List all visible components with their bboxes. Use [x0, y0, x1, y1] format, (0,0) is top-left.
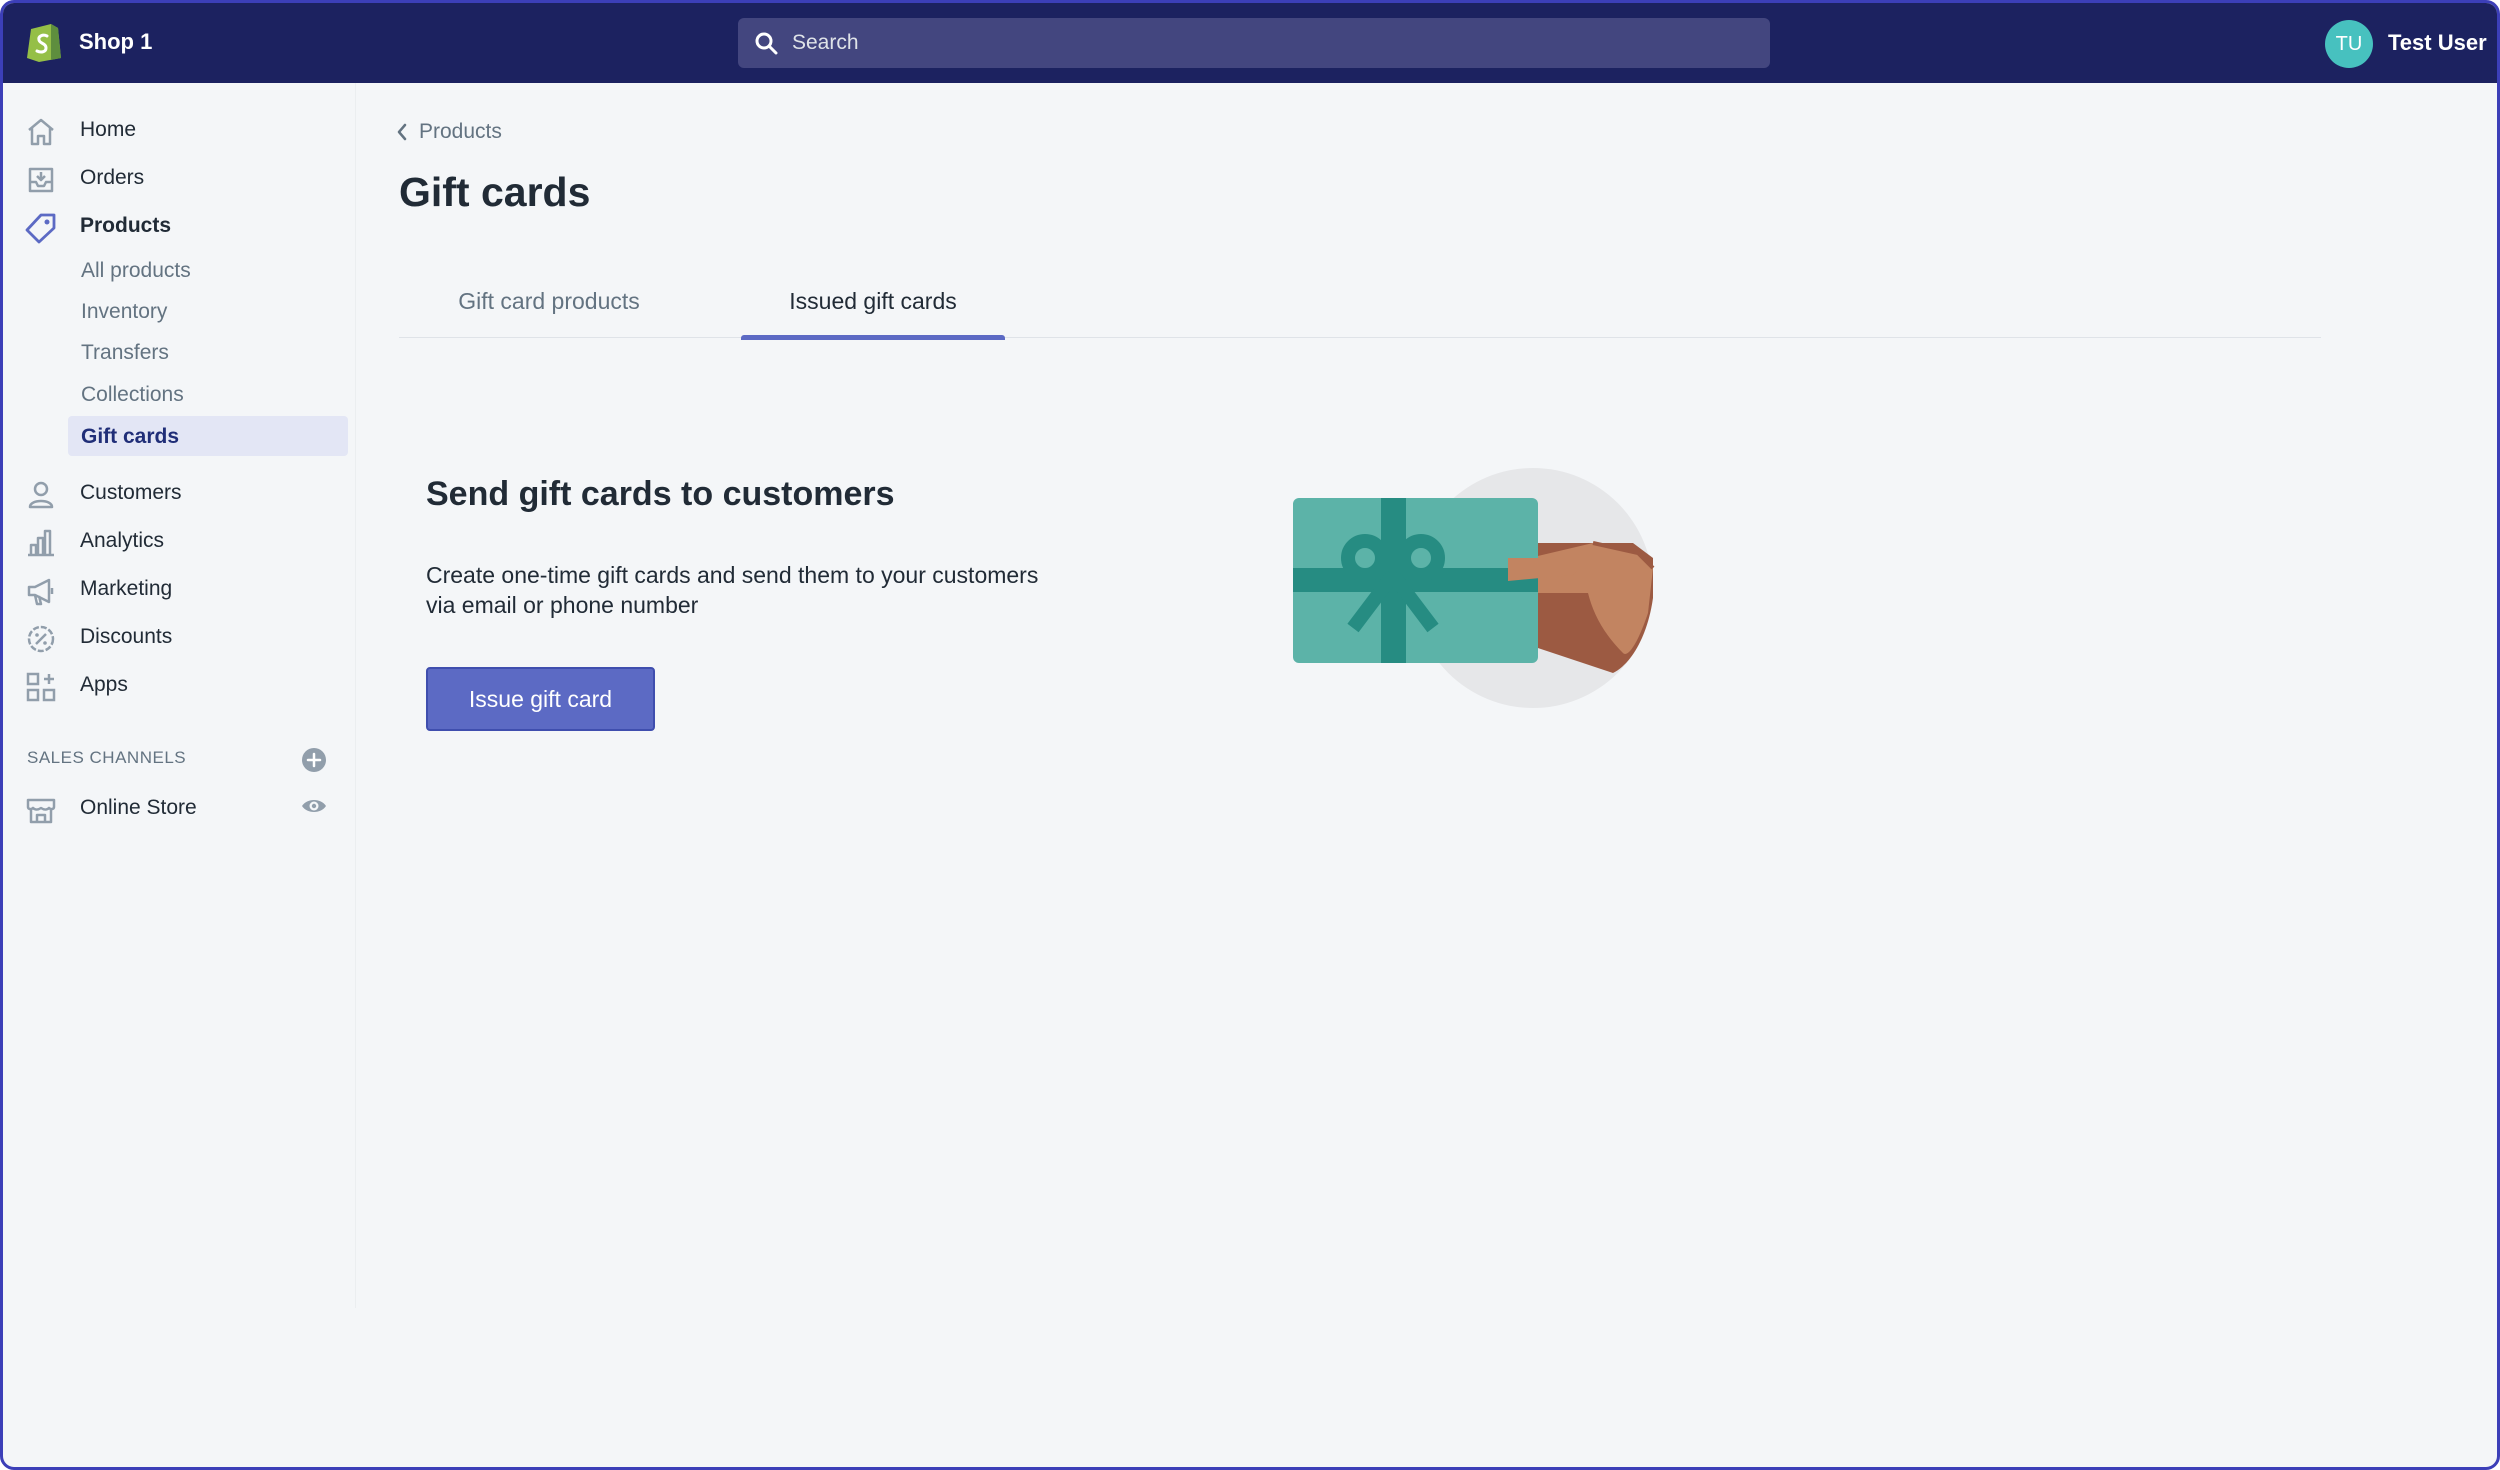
- sidebar-item-label: Products: [80, 214, 172, 237]
- sidebar-item-label: Home: [80, 118, 137, 141]
- sidebar-item-label: Analytics: [80, 529, 165, 552]
- sidebar: Home Orders Products All products Invent…: [3, 83, 356, 1308]
- tab-gift-card-products[interactable]: Gift card products: [399, 265, 699, 338]
- shop-name[interactable]: Shop 1: [79, 29, 152, 55]
- sidebar-item-products[interactable]: Products: [3, 204, 356, 248]
- sales-channels-heading: SALES CHANNELS: [27, 748, 187, 767]
- sidebar-subitem-label: Transfers: [81, 341, 169, 364]
- discount-icon: [27, 625, 55, 653]
- app-window: Shop 1 TU Test User Home Orders: [0, 0, 2500, 1470]
- orders-icon: [28, 167, 54, 193]
- sidebar-item-home[interactable]: Home: [3, 108, 356, 152]
- sidebar-subitem-inventory[interactable]: Inventory: [68, 291, 348, 331]
- user-name[interactable]: Test User: [2388, 30, 2487, 56]
- sidebar-subitem-gift-cards[interactable]: Gift cards: [68, 416, 348, 456]
- megaphone-icon: [27, 578, 54, 606]
- page-title: Gift cards: [399, 169, 591, 215]
- sidebar-item-customers[interactable]: Customers: [3, 471, 356, 515]
- sidebar-item-label: Apps: [80, 673, 128, 696]
- sidebar-subitem-label: Inventory: [81, 300, 168, 323]
- home-icon: [28, 118, 54, 146]
- breadcrumb[interactable]: Products: [395, 120, 502, 144]
- sidebar-item-discounts[interactable]: Discounts: [3, 615, 356, 659]
- search-input[interactable]: [792, 18, 1752, 68]
- eye-icon[interactable]: [300, 796, 328, 816]
- empty-state-description: Create one-time gift cards and send them…: [426, 562, 1039, 618]
- top-bar: Shop 1 TU Test User: [3, 3, 2497, 83]
- gift-card-illustration: [1293, 468, 1655, 708]
- sidebar-item-analytics[interactable]: Analytics: [3, 519, 356, 563]
- tag-icon: [25, 213, 56, 244]
- sidebar-item-label: Online Store: [80, 796, 197, 819]
- sidebar-item-orders[interactable]: Orders: [3, 156, 356, 200]
- tab-bar: Gift card products Issued gift cards: [399, 265, 2321, 340]
- sidebar-item-apps[interactable]: Apps: [3, 663, 356, 707]
- bar-chart-icon: [28, 529, 54, 557]
- tab-issued-gift-cards[interactable]: Issued gift cards: [741, 265, 1005, 340]
- sidebar-item-label: Customers: [80, 481, 182, 504]
- sidebar-item-label: Marketing: [80, 577, 173, 600]
- chevron-left-icon: [397, 123, 407, 141]
- add-channel-icon[interactable]: [301, 747, 327, 773]
- sidebar-subitem-label: Collections: [81, 383, 184, 406]
- sidebar-subitem-all-products[interactable]: All products: [68, 250, 348, 290]
- breadcrumb-link[interactable]: Products: [419, 120, 502, 144]
- empty-state-heading: Send gift cards to customers: [426, 475, 895, 513]
- sidebar-subitem-collections[interactable]: Collections: [68, 374, 348, 414]
- avatar[interactable]: TU: [2325, 20, 2373, 68]
- shopify-logo-icon[interactable]: [25, 20, 63, 62]
- sidebar-item-label: Orders: [80, 166, 145, 189]
- sidebar-subitem-label: All products: [81, 259, 191, 282]
- search-icon: [755, 32, 778, 55]
- sidebar-subitem-label: Gift cards: [81, 425, 180, 448]
- search-bar[interactable]: [738, 18, 1770, 68]
- sidebar-item-marketing[interactable]: Marketing: [3, 567, 356, 611]
- sidebar-item-label: Discounts: [80, 625, 173, 648]
- apps-icon: [26, 672, 56, 702]
- person-icon: [28, 481, 54, 509]
- issue-gift-card-button[interactable]: Issue gift card: [426, 667, 655, 731]
- sidebar-subitem-transfers[interactable]: Transfers: [68, 332, 348, 372]
- store-icon: [26, 798, 56, 824]
